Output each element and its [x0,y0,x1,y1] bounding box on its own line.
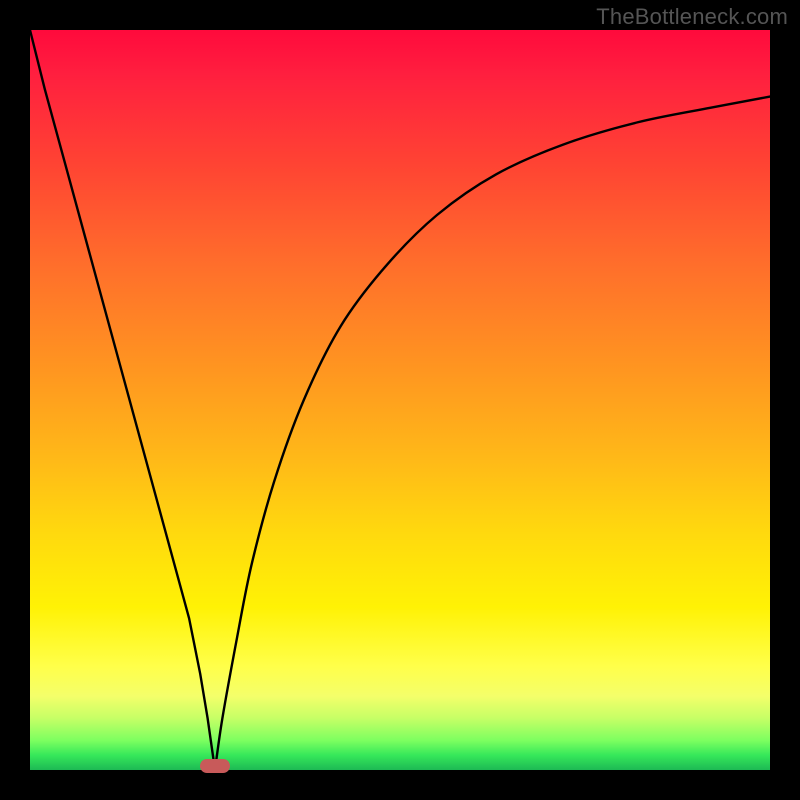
watermark-text: TheBottleneck.com [596,4,788,30]
curve-svg [30,30,770,770]
plot-area [30,30,770,770]
valley-marker [200,759,230,773]
bottleneck-curve [30,30,770,770]
chart-frame: TheBottleneck.com [0,0,800,800]
